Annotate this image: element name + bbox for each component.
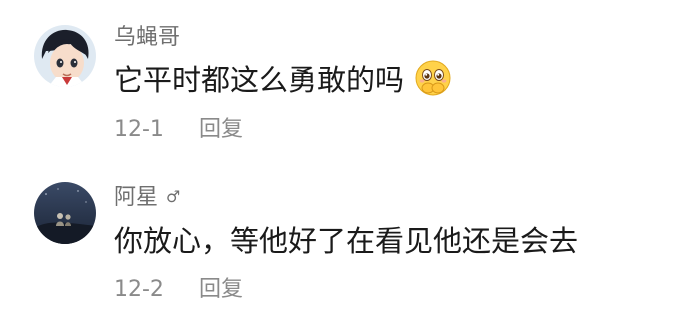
comment-item: 阿星 ♂ 你放心，等他好了在看见他还是会去 12-2 回复 (0, 160, 690, 321)
comment-date: 12-1 (114, 117, 164, 142)
comment-text: 它平时都这么勇敢的吗 (114, 57, 452, 99)
comment-meta: 12-1 回复 (114, 111, 243, 143)
avatar[interactable] (34, 182, 96, 244)
night-sky-avatar-icon (34, 182, 96, 244)
username[interactable]: 乌蝇哥 (114, 19, 180, 51)
username-text: 乌蝇哥 (114, 25, 181, 50)
anime-boy-avatar-icon (34, 25, 96, 87)
comment-date: 12-2 (114, 277, 164, 302)
comment-item: 乌蝇哥 它平时都这么勇敢的吗 12-1 回复 (0, 0, 690, 160)
username-text: 阿星 (114, 185, 159, 210)
pleading-face-emoji-icon (414, 59, 452, 97)
comment-text: 你放心，等他好了在看见他还是会去 (114, 218, 578, 260)
avatar[interactable] (34, 25, 96, 87)
comment-text-content: 它平时都这么勇敢的吗 (114, 63, 405, 97)
comment-meta: 12-2 回复 (114, 271, 243, 303)
reply-button[interactable]: 回复 (199, 111, 243, 143)
male-gender-icon: ♂ (166, 187, 181, 206)
reply-button[interactable]: 回复 (199, 271, 243, 303)
comment-text-content: 你放心，等他好了在看见他还是会去 (114, 224, 579, 258)
username[interactable]: 阿星 ♂ (114, 179, 180, 211)
